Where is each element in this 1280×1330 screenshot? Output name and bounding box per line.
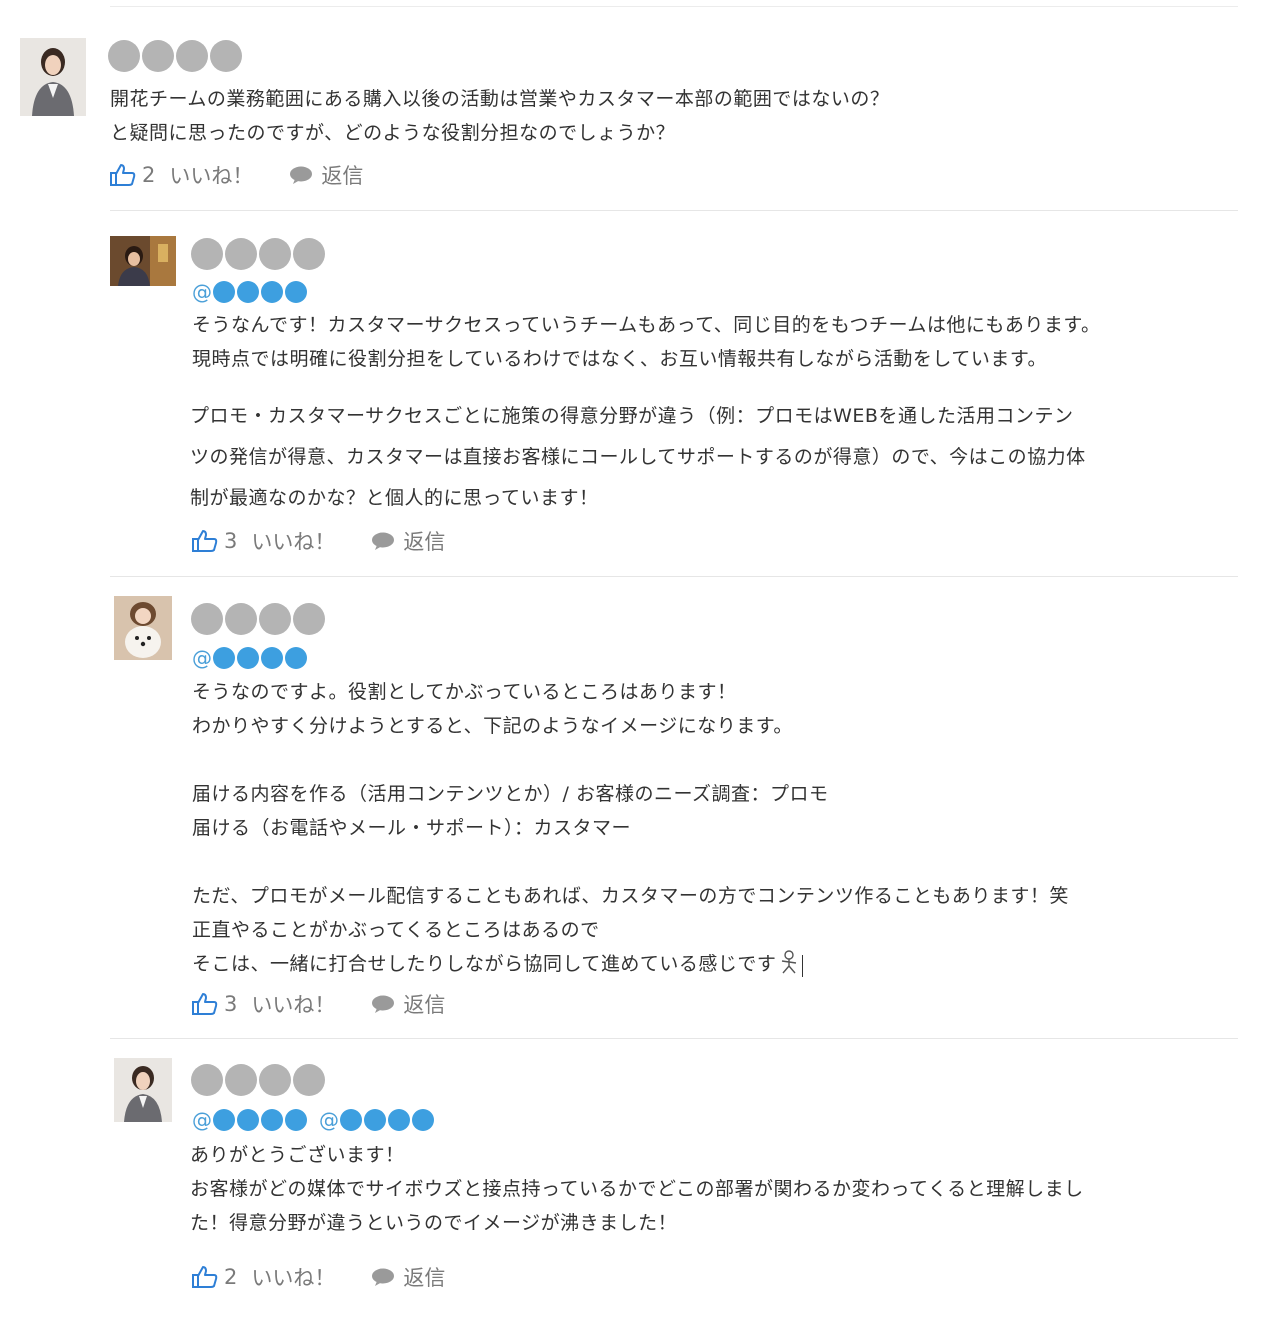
avatar-photo	[20, 38, 86, 116]
comment-body: そうなのですよ。役割としてかぶっているところはあります！ わかりやすく分けようと…	[192, 681, 1069, 975]
avatar[interactable]	[114, 596, 172, 660]
avatar[interactable]	[114, 1058, 172, 1122]
mention[interactable]: @	[192, 280, 307, 304]
reply-button[interactable]: 返信	[403, 989, 445, 1019]
reply-button[interactable]: 返信	[403, 1262, 445, 1292]
avatar-photo	[114, 596, 172, 660]
speech-bubble-icon	[290, 166, 313, 184]
divider	[110, 1038, 1238, 1039]
mention[interactable]: @	[192, 646, 307, 670]
thumbs-up-icon[interactable]	[192, 992, 218, 1016]
comment-actions: 3 いいね！ 返信	[192, 526, 445, 556]
top-divider	[110, 6, 1238, 7]
avatar-photo	[110, 236, 176, 286]
thumbs-up-icon[interactable]	[110, 163, 136, 187]
speech-bubble-icon	[372, 532, 395, 550]
speech-bubble-icon	[372, 995, 395, 1013]
comment-body: 開花チームの業務範囲にある購入以後の活動は営業やカスタマー本部の範囲ではないの？…	[110, 88, 890, 144]
comment-body-wrap: そうなのですよ。役割としてかぶっているところはあります！ わかりやすく分けようと…	[192, 675, 1252, 981]
comment-body: そうなんです！カスタマーサクセスっていうチームもあって、同じ目的をもつチームは他…	[192, 314, 1101, 370]
thumbs-up-icon[interactable]	[192, 529, 218, 553]
comment-body: ありがとうございます！ お客様がどの媒体でサイボウズと接点持っているかでどこの部…	[190, 1144, 1084, 1234]
like-count: 3	[224, 992, 238, 1016]
comment-actions: 2 いいね！ 返信	[110, 160, 363, 190]
author-name[interactable]	[191, 238, 325, 270]
thumbs-up-icon[interactable]	[192, 1265, 218, 1289]
mentions[interactable]: @ @	[192, 1108, 434, 1132]
avatar[interactable]	[20, 38, 86, 116]
author-name[interactable]	[191, 603, 325, 635]
reply-button[interactable]: 返信	[403, 526, 445, 556]
like-button[interactable]: いいね！	[169, 160, 253, 190]
like-count: 3	[224, 529, 238, 553]
comment-body-quote: プロモ・カスタマーサクセスごとに施策の得意分野が違う（例：プロモはWEBを通した…	[190, 405, 1086, 509]
like-button[interactable]: いいね！	[251, 1262, 335, 1292]
text-cursor	[802, 954, 804, 977]
author-name[interactable]	[191, 1064, 325, 1096]
divider	[110, 210, 1238, 211]
like-count: 2	[142, 163, 156, 187]
avatar[interactable]	[110, 236, 176, 286]
like-button[interactable]: いいね！	[251, 989, 335, 1019]
like-count: 2	[224, 1265, 238, 1289]
author-name[interactable]	[108, 40, 242, 72]
stick-figure-icon	[782, 950, 797, 974]
speech-bubble-icon	[372, 1268, 395, 1286]
divider	[110, 576, 1238, 577]
comment-actions: 2 いいね！ 返信	[192, 1262, 445, 1292]
reply-button[interactable]: 返信	[321, 160, 363, 190]
comment-actions: 3 いいね！ 返信	[192, 989, 445, 1019]
like-button[interactable]: いいね！	[251, 526, 335, 556]
avatar-photo	[114, 1058, 172, 1122]
